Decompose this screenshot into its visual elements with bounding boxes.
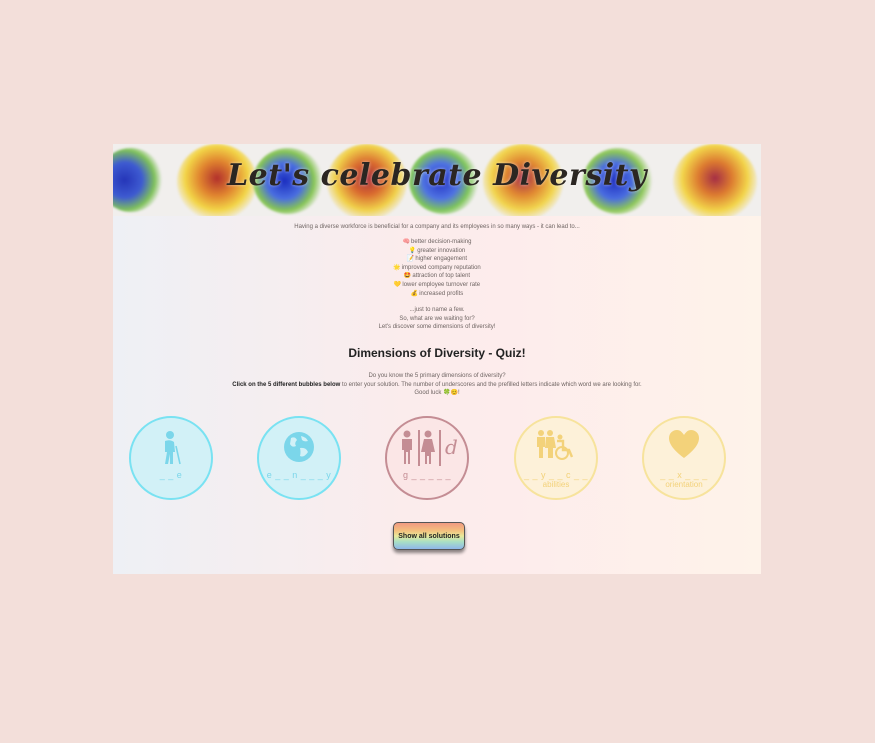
money-bag-icon: 💰 — [410, 290, 419, 297]
show-all-solutions-button[interactable]: Show all solutions — [393, 522, 465, 550]
quiz-title: Dimensions of Diversity - Quiz! — [348, 346, 526, 360]
elderly-person-icon — [165, 431, 181, 465]
list-item: 🧠better decision-making — [402, 239, 472, 245]
svg-text:d: d — [445, 435, 457, 459]
quiz-bubble-gender[interactable]: d g _ _ _ _ _ — [385, 416, 469, 500]
benefits-list: 🧠better decision-making 💡greater innovat… — [113, 238, 761, 298]
bubble-hint: g _ _ _ _ _ — [402, 470, 452, 480]
memo-icon: 📝 — [406, 256, 415, 263]
list-item: 💛lower employee turnover rate — [393, 281, 481, 288]
list-item: 💰increased profits — [410, 290, 464, 297]
bubble-word: orientation — [665, 480, 703, 489]
star-struck-icon: 🤩 — [403, 273, 412, 280]
list-item: 🌟improved company reputation — [393, 264, 481, 271]
quiz-bubble-orientation[interactable]: _ _ x _ _ _ orientation — [642, 416, 726, 500]
quiz-bubble-age[interactable]: _ _ e — [129, 416, 213, 500]
heart-icon — [669, 430, 699, 458]
list-item: 🤩attraction of top talent — [403, 273, 471, 280]
list-item: 📝higher engagement — [406, 256, 468, 263]
bubble-word: abilities — [542, 480, 570, 489]
intro-text: Having a diverse workforce is beneficial… — [294, 224, 580, 230]
list-item: 💡greater innovation — [408, 247, 466, 254]
brain-icon: 🧠 — [402, 239, 411, 245]
quiz-bubble-abilities[interactable]: _ _ y _ _ c _ _ abilities — [514, 416, 598, 500]
bubble-hint: _ _ y _ _ c _ _ — [523, 470, 589, 480]
lightbulb-icon: 💡 — [408, 247, 417, 254]
banner: Let's celebrate Diversity — [113, 144, 761, 216]
main-card: Let's celebrate Diversity Having a diver… — [113, 144, 761, 574]
quiz-bubble-ethnicity[interactable]: e _ _ n _ _ _ y — [257, 416, 341, 500]
bubble-hint: e _ _ n _ _ _ y — [266, 470, 332, 480]
family-wheelchair-icon — [537, 430, 574, 460]
gender-icon: d — [402, 430, 457, 466]
outro-text: ...just to name a few. So, what are we w… — [378, 307, 496, 331]
star-icon: 🌟 — [393, 264, 401, 271]
bubble-hint: _ _ x _ _ _ — [660, 470, 708, 480]
banner-title: Let's celebrate Diversity — [227, 158, 647, 193]
quiz-instructions: Do you know the 5 primary dimensions of … — [232, 373, 642, 397]
globe-icon — [284, 432, 314, 462]
heart-icon: 💛 — [393, 281, 402, 288]
bubble-hint: _ _ e — [159, 470, 183, 480]
